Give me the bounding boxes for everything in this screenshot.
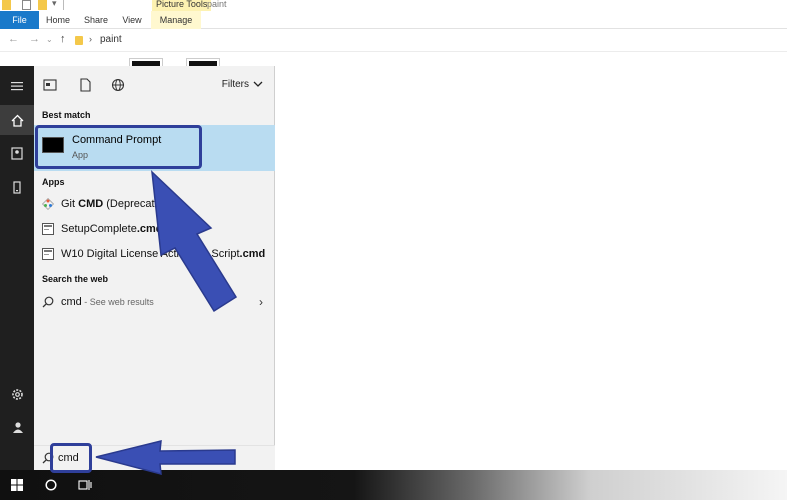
up-arrow-icon[interactable]: ↑ xyxy=(60,33,66,45)
search-icon xyxy=(42,452,54,464)
apps-filter-icon[interactable] xyxy=(43,78,57,92)
git-icon xyxy=(42,198,54,210)
feedback-button[interactable] xyxy=(0,412,34,442)
search-web-heading: Search the web xyxy=(42,274,109,284)
breadcrumb[interactable]: paint xyxy=(100,34,122,45)
web-filter-icon[interactable] xyxy=(111,78,125,92)
search-input[interactable] xyxy=(58,449,88,467)
apps-heading: Apps xyxy=(42,177,65,187)
command-prompt-icon xyxy=(42,137,64,153)
list-item[interactable]: W10 Digital License Activation Script.cm… xyxy=(34,243,275,267)
customize-toolbar-chevron-icon[interactable]: ▾ xyxy=(52,0,57,9)
list-item[interactable]: Git CMD (Deprecated) xyxy=(34,193,275,217)
properties-checkbox-icon[interactable] xyxy=(22,0,31,10)
gear-icon xyxy=(11,388,23,400)
web-query: cmd - See web results xyxy=(61,296,154,308)
desktop-screenshot: { "explorer": { "ribbon_context_label": … xyxy=(0,0,787,500)
tab-share[interactable]: Share xyxy=(82,11,110,29)
breadcrumb-chevron-icon[interactable]: › xyxy=(89,34,92,44)
tab-home[interactable]: Home xyxy=(43,11,73,29)
hamburger-menu-button[interactable] xyxy=(0,71,34,101)
feedback-user-icon xyxy=(12,421,23,433)
home-button[interactable] xyxy=(0,105,34,135)
list-item[interactable]: SetupComplete.cmd xyxy=(34,218,275,242)
documents-filter-icon[interactable] xyxy=(78,78,92,92)
cortana-circle-icon xyxy=(45,479,57,491)
settings-button[interactable] xyxy=(0,379,34,409)
folder-icon xyxy=(75,36,83,45)
toolbar-divider xyxy=(63,0,64,10)
search-icon xyxy=(42,296,54,308)
device-button[interactable] xyxy=(0,172,34,202)
quick-access-toolbar: ▾ Picture Tools paint xyxy=(0,0,787,11)
back-arrow-icon[interactable]: ← xyxy=(8,33,19,45)
search-box xyxy=(34,445,275,470)
script-file-icon xyxy=(42,248,54,260)
app-label: W10 Digital License Activation Script.cm… xyxy=(61,248,266,260)
window-title: paint xyxy=(207,0,227,9)
search-results-panel: Filters Best match Command Prompt App Ap… xyxy=(34,66,275,470)
ribbon-context-label: Picture Tools xyxy=(152,0,212,11)
tab-view[interactable]: View xyxy=(120,11,144,29)
task-view-button[interactable] xyxy=(68,470,102,500)
recent-locations-chevron-icon[interactable]: ⌄ xyxy=(46,35,53,44)
cortana-button[interactable] xyxy=(34,470,68,500)
ribbon-tabs: File Home Share View Manage xyxy=(0,11,787,29)
best-match-type: App xyxy=(72,150,89,160)
chevron-right-icon[interactable]: › xyxy=(259,295,263,309)
task-view-icon xyxy=(78,480,92,490)
app-label: Git CMD (Deprecated) xyxy=(61,198,171,210)
taskbar xyxy=(0,470,787,500)
start-button[interactable] xyxy=(0,470,34,500)
tab-file[interactable]: File xyxy=(0,11,39,29)
best-match-item[interactable]: Command Prompt App xyxy=(34,125,275,171)
notebook-button[interactable] xyxy=(0,138,34,168)
windows-logo-icon xyxy=(11,479,23,491)
tab-manage[interactable]: Manage xyxy=(151,11,201,29)
app-label: SetupComplete.cmd xyxy=(61,223,163,235)
best-match-heading: Best match xyxy=(42,110,91,120)
hamburger-icon xyxy=(11,82,23,91)
filters-label: Filters xyxy=(221,79,249,90)
chevron-down-icon xyxy=(253,81,263,87)
address-bar: ← → ⌄ ↑ › paint xyxy=(0,30,787,52)
new-folder-icon[interactable] xyxy=(38,0,47,10)
folder-icon xyxy=(2,0,11,10)
home-icon xyxy=(11,114,23,127)
best-match-name: Command Prompt xyxy=(72,134,162,146)
web-search-item[interactable]: cmd - See web results › xyxy=(34,291,275,315)
results-filter-bar: Filters xyxy=(34,66,275,104)
forward-arrow-icon[interactable]: → xyxy=(29,33,40,45)
notebook-icon xyxy=(11,146,23,160)
filters-dropdown[interactable]: Filters xyxy=(222,79,263,90)
start-rail xyxy=(0,66,34,470)
device-icon xyxy=(13,180,21,194)
script-file-icon xyxy=(42,223,54,235)
